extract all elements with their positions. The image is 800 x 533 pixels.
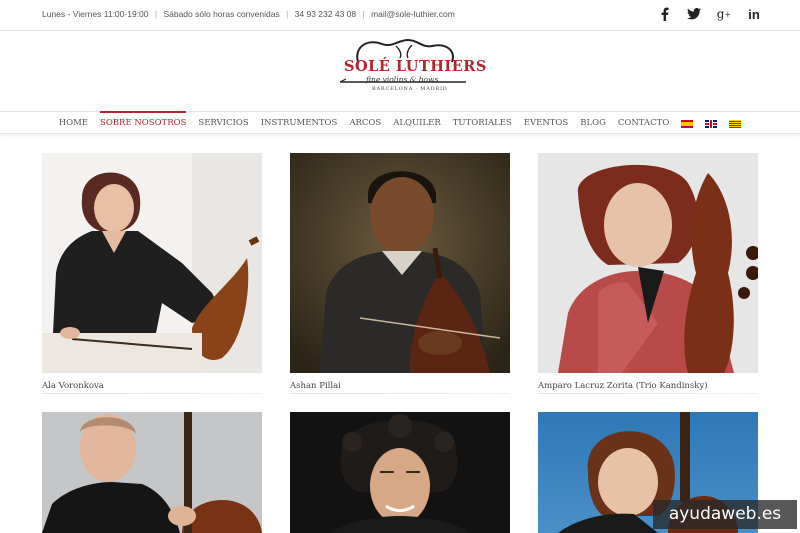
nav-item-instrumentos[interactable]: INSTRUMENTOS bbox=[261, 112, 338, 134]
musician-photo[interactable] bbox=[42, 412, 262, 533]
social-links: g + in bbox=[656, 6, 762, 22]
main-navigation: HOME SOBRE NOSOTROS SERVICIOS INSTRUMENT… bbox=[0, 111, 800, 134]
musician-card[interactable]: Amparo Lacruz Zorita (Trio Kandinsky) bbox=[538, 153, 758, 394]
brand-cities: BARCELONA · MADRID bbox=[372, 86, 448, 92]
header-divider bbox=[0, 30, 800, 31]
top-info-bar: Lunes - Viernes 11:00-19:00 | Sábado sól… bbox=[0, 0, 800, 30]
nav-menu: HOME SOBRE NOSOTROS SERVICIOS INSTRUMENT… bbox=[0, 111, 800, 134]
site-logo[interactable]: SOLÉ LUTHIERS fine violins & bows BARCEL… bbox=[336, 36, 486, 96]
caption-divider bbox=[42, 393, 262, 394]
nav-item-arcos[interactable]: ARCOS bbox=[349, 112, 381, 134]
email-link[interactable]: mail@sole-luthier.com bbox=[371, 9, 455, 19]
saturday-hours: Sábado sólo horas convenidas bbox=[163, 9, 280, 19]
musician-name[interactable]: Ala Voronkova bbox=[42, 381, 104, 391]
separator: | bbox=[362, 9, 365, 19]
musician-photo[interactable] bbox=[42, 153, 262, 373]
musician-photo[interactable] bbox=[538, 153, 758, 373]
caption-divider bbox=[538, 393, 758, 394]
facebook-icon[interactable] bbox=[656, 6, 672, 22]
english-flag-icon[interactable] bbox=[705, 119, 718, 128]
musician-name[interactable]: Amparo Lacruz Zorita (Trio Kandinsky) bbox=[538, 381, 708, 391]
musician-card[interactable]: Ashan Pillai bbox=[290, 153, 510, 394]
linkedin-icon[interactable]: in bbox=[746, 6, 762, 22]
musician-name[interactable]: Ashan Pillai bbox=[290, 381, 341, 391]
watermark-badge: ayudaweb.es bbox=[653, 500, 797, 529]
caption-divider bbox=[290, 393, 510, 394]
musician-photo[interactable] bbox=[290, 412, 510, 533]
nav-item-eventos[interactable]: EVENTOS bbox=[524, 112, 568, 134]
nav-item-home[interactable]: HOME bbox=[59, 112, 88, 134]
spanish-flag-icon[interactable] bbox=[681, 119, 694, 128]
contact-info: Lunes - Viernes 11:00-19:00 | Sábado sól… bbox=[42, 9, 455, 19]
musician-photo[interactable] bbox=[290, 153, 510, 373]
musician-card[interactable] bbox=[42, 412, 262, 533]
nav-item-sobre-nosotros[interactable]: SOBRE NOSOTROS bbox=[100, 111, 187, 134]
separator: | bbox=[154, 9, 158, 19]
catalan-flag-icon[interactable] bbox=[729, 119, 742, 128]
nav-item-blog[interactable]: BLOG bbox=[580, 112, 606, 134]
musician-card[interactable]: Ala Voronkova bbox=[42, 153, 262, 394]
twitter-icon[interactable] bbox=[686, 6, 702, 22]
brand-tagline: fine violins & bows bbox=[366, 75, 439, 84]
brand-name: SOLÉ LUTHIERS bbox=[344, 58, 487, 75]
phone-number[interactable]: 34 93 232 43 08 bbox=[295, 9, 356, 19]
google-plus-icon[interactable]: g + bbox=[716, 6, 732, 22]
nav-item-alquiler[interactable]: ALQUILER bbox=[393, 112, 441, 134]
musician-card[interactable] bbox=[290, 412, 510, 533]
nav-item-servicios[interactable]: SERVICIOS bbox=[198, 112, 248, 134]
opening-hours: Lunes - Viernes 11:00-19:00 bbox=[42, 9, 149, 19]
separator: | bbox=[286, 9, 289, 19]
nav-item-contacto[interactable]: CONTACTO bbox=[618, 112, 669, 134]
nav-item-tutoriales[interactable]: TUTORIALES bbox=[453, 112, 512, 134]
